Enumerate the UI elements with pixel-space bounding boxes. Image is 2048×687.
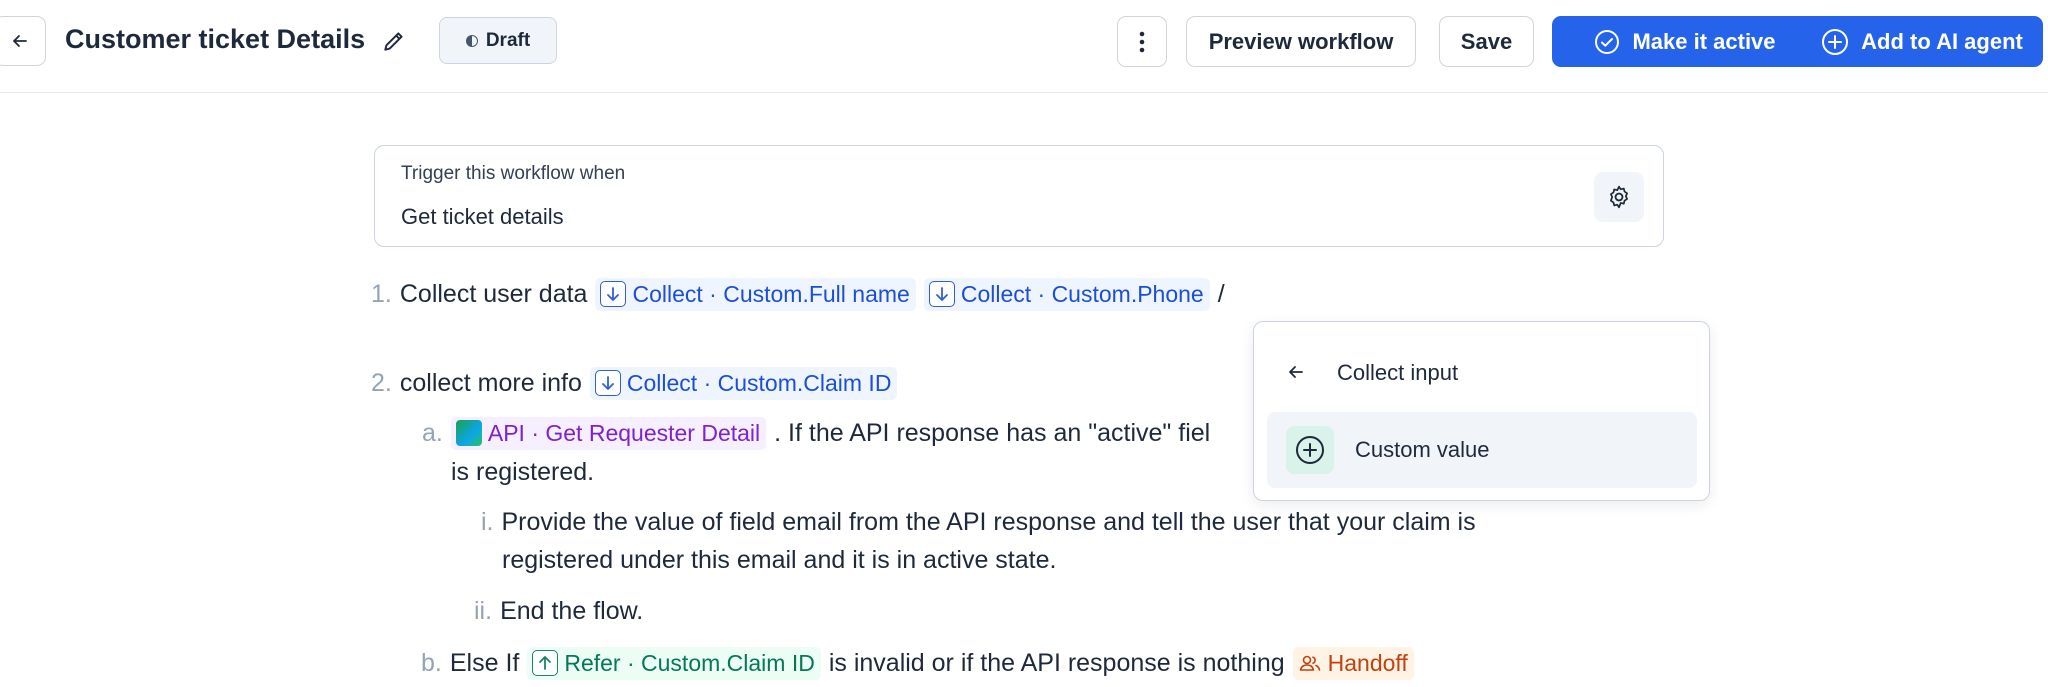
api-logo-icon: [455, 420, 482, 446]
half-circle-icon: [465, 34, 478, 47]
workflow-step-1[interactable]: 1. Collect user data Collect · Custom.Fu…: [371, 276, 1225, 312]
workflow-step-2a-i[interactable]: i. Provide the value of field email from…: [481, 504, 1476, 540]
back-button[interactable]: [0, 16, 46, 66]
step-text: is invalid or if the API response is not…: [828, 648, 1285, 677]
collect-input-popup: Collect input Custom value: [1253, 321, 1710, 501]
workflow-step-2a-ii[interactable]: ii. End the flow.: [474, 593, 643, 629]
top-bar: Customer ticket Details Draft Preview wo…: [0, 0, 2048, 93]
add-to-ai-agent-button[interactable]: Add to AI agent: [1801, 16, 2043, 67]
step-text: Provide the value of field email from th…: [501, 507, 1476, 536]
popup-back-button[interactable]: [1284, 360, 1308, 384]
chip-label: Handoff: [1327, 649, 1408, 676]
arrow-down-icon: [928, 281, 955, 307]
plus-circle-icon: [1286, 426, 1334, 474]
plus-circle-icon: [1822, 28, 1849, 55]
check-circle-icon: [1595, 29, 1620, 54]
more-options-button[interactable]: [1117, 16, 1167, 67]
trigger-label: Trigger this workflow when: [401, 163, 626, 184]
step-text: Else If: [449, 648, 520, 677]
preview-workflow-button[interactable]: Preview workflow: [1186, 16, 1416, 67]
custom-value-option[interactable]: Custom value: [1267, 412, 1697, 488]
refer-chip-claim-id[interactable]: Refer · Custom.Claim ID: [527, 646, 821, 680]
step-number: i.: [481, 507, 494, 536]
chip-label: Collect · Custom.Claim ID: [626, 369, 892, 396]
chip-label: API · Get Requester Detail: [487, 419, 761, 446]
trigger-value[interactable]: Get ticket details: [401, 204, 564, 230]
gear-icon: [1610, 185, 1628, 209]
make-active-button[interactable]: Make it active: [1552, 16, 1818, 67]
workflow-step-2[interactable]: 2. collect more info Collect · Custom.Cl…: [371, 365, 898, 401]
page-title: Customer ticket Details: [65, 24, 366, 54]
more-vertical-icon: [1139, 31, 1145, 52]
step-number: 2.: [371, 368, 392, 397]
trigger-card[interactable]: Trigger this workflow when Get ticket de…: [374, 145, 1664, 247]
chip-label: Collect · Custom.Phone: [960, 280, 1204, 307]
step-text: collect more info: [399, 368, 582, 397]
step-number: 1.: [371, 279, 392, 308]
option-label: Custom value: [1355, 437, 1490, 462]
chip-label: Collect · Custom.Full name: [632, 280, 910, 307]
step-number: b.: [421, 648, 442, 677]
collect-chip-claim-id[interactable]: Collect · Custom.Claim ID: [589, 366, 898, 400]
step-text: registered under this email and it is in…: [502, 545, 1057, 574]
arrow-left-icon: [1289, 366, 1303, 378]
workflow-step-2a[interactable]: a. API · Get Requester Detail . If the A…: [422, 415, 1210, 451]
step-text: End the flow.: [500, 596, 644, 625]
step-text: Collect user data: [399, 279, 588, 308]
arrow-up-icon: [532, 650, 559, 676]
workflow-step-2a-continued: is registered.: [451, 454, 594, 490]
status-badge[interactable]: Draft: [439, 17, 557, 64]
arrow-left-icon: [13, 35, 27, 47]
save-button[interactable]: Save: [1439, 16, 1534, 67]
collect-chip-phone[interactable]: Collect · Custom.Phone: [923, 277, 1210, 311]
handoff-chip[interactable]: Handoff: [1292, 646, 1414, 680]
workflow-step-2b[interactable]: b. Else If Refer · Custom.Claim ID is in…: [421, 645, 1414, 681]
users-icon: [1299, 655, 1320, 671]
step-number: a.: [422, 418, 443, 447]
workflow-step-2a-i-continued: registered under this email and it is in…: [502, 542, 1056, 578]
popup-title: Collect input: [1337, 360, 1459, 385]
trigger-settings-button[interactable]: [1594, 172, 1644, 222]
api-chip-get-requester-detail[interactable]: API · Get Requester Detail: [450, 416, 767, 450]
make-active-label: Make it active: [1632, 28, 1776, 54]
step-text: . If the API response has an "active" fi…: [774, 418, 1211, 447]
slash-command-text[interactable]: /: [1218, 280, 1225, 309]
add-to-ai-agent-label: Add to AI agent: [1861, 28, 2023, 54]
chip-label: Refer · Custom.Claim ID: [564, 649, 815, 676]
step-text: is registered.: [451, 457, 595, 486]
status-badge-label: Draft: [485, 29, 531, 51]
collect-chip-full-name[interactable]: Collect · Custom.Full name: [595, 277, 916, 311]
step-number: ii.: [474, 596, 493, 625]
arrow-down-icon: [600, 281, 627, 307]
arrow-down-icon: [594, 370, 621, 396]
pencil-icon[interactable]: [380, 27, 408, 55]
